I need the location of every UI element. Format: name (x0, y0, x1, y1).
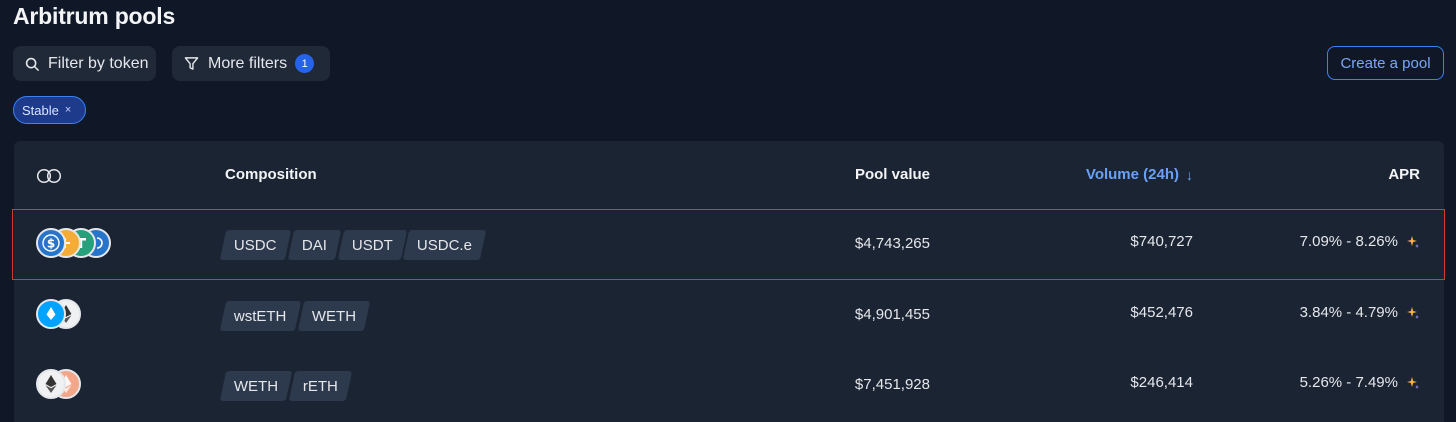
filters-count-badge: 1 (295, 54, 315, 73)
sparkle-icon[interactable] (1406, 235, 1420, 249)
token-pill-label: USDC.e (417, 236, 473, 254)
column-header-volume[interactable]: Volume (24h) ↓ (1086, 166, 1193, 183)
more-filters-label: More filters (208, 54, 288, 72)
usdc-icon: $ (36, 228, 66, 258)
more-filters-button[interactable]: More filters 1 (172, 46, 330, 81)
token-pill-label: USDC (234, 236, 277, 254)
token-pill-label: WETH (311, 307, 356, 325)
filter-by-token-label: Filter by token (48, 54, 149, 72)
token-pill[interactable]: rETH (288, 371, 353, 401)
apr-range: 5.26% - 7.49% (1299, 374, 1398, 391)
weth-icon (36, 369, 66, 399)
column-header-apr[interactable]: APR (1388, 166, 1420, 183)
search-icon (25, 57, 39, 71)
pool-value: $4,743,265 (854, 235, 930, 252)
token-icons (36, 299, 81, 329)
sparkle-icon[interactable] (1406, 376, 1420, 390)
close-icon[interactable]: × (65, 104, 71, 116)
volume-header-label: Volume (24h) (1085, 166, 1179, 183)
pools-table: Composition Pool value Volume (24h) ↓ AP… (14, 141, 1444, 422)
filter-chip-stable: Stable × (13, 96, 86, 124)
token-icons (36, 369, 81, 399)
wsteth-icon (36, 299, 66, 329)
composition-pills: wstETH WETH (219, 301, 370, 331)
apr-range: 7.09% - 8.26% (1299, 233, 1398, 250)
table-row[interactable]: $ USDC DAI USDT USDC.e $4,743,265 $740,7… (14, 210, 1444, 280)
token-pill[interactable]: USDT (337, 230, 407, 260)
filter-funnel-icon (184, 57, 199, 70)
token-pill-label: DAI (301, 236, 327, 254)
page-title: Arbitrum pools (13, 3, 176, 29)
token-icons: $ (36, 228, 111, 258)
svg-text:$: $ (47, 237, 55, 251)
volume-value: $246,414 (1130, 374, 1193, 391)
linked-rings-icon (36, 168, 62, 184)
token-pill[interactable]: WETH (219, 371, 293, 401)
token-pill-label: USDT (351, 236, 393, 254)
apr-value: 5.26% - 7.49% (1300, 374, 1420, 391)
filter-chip-label: Stable (22, 102, 59, 118)
composition-pills: WETH rETH (219, 371, 353, 401)
column-header-pool-value[interactable]: Pool value (855, 166, 930, 183)
token-pill[interactable]: USDC.e (403, 230, 487, 260)
volume-value: $452,476 (1130, 304, 1193, 321)
token-pill-label: rETH (303, 377, 339, 395)
pool-value: $4,901,455 (854, 306, 930, 323)
apr-range: 3.84% - 4.79% (1299, 304, 1398, 321)
sort-down-icon: ↓ (1186, 166, 1193, 183)
table-row[interactable]: WETH rETH $7,451,928 $246,414 5.26% - 7.… (14, 351, 1444, 421)
token-pill-label: wstETH (234, 307, 287, 325)
column-header-composition: Composition (225, 166, 317, 183)
create-pool-button[interactable]: Create a pool (1327, 46, 1444, 80)
token-pill[interactable]: USDC (219, 230, 291, 260)
filter-by-token-button[interactable]: Filter by token (13, 46, 156, 81)
volume-value: $740,727 (1130, 233, 1193, 250)
token-pill-label: WETH (234, 377, 279, 395)
sparkle-icon[interactable] (1406, 306, 1420, 320)
pool-value: $7,451,928 (854, 376, 930, 393)
table-row[interactable]: wstETH WETH $4,901,455 $452,476 3.84% - … (14, 281, 1444, 351)
token-pill[interactable]: wstETH (219, 301, 301, 331)
token-pill[interactable]: WETH (297, 301, 370, 331)
composition-pills: USDC DAI USDT USDC.e (219, 230, 487, 260)
token-pill[interactable]: DAI (287, 230, 341, 260)
apr-value: 7.09% - 8.26% (1300, 233, 1420, 250)
apr-value: 3.84% - 4.79% (1300, 304, 1420, 321)
